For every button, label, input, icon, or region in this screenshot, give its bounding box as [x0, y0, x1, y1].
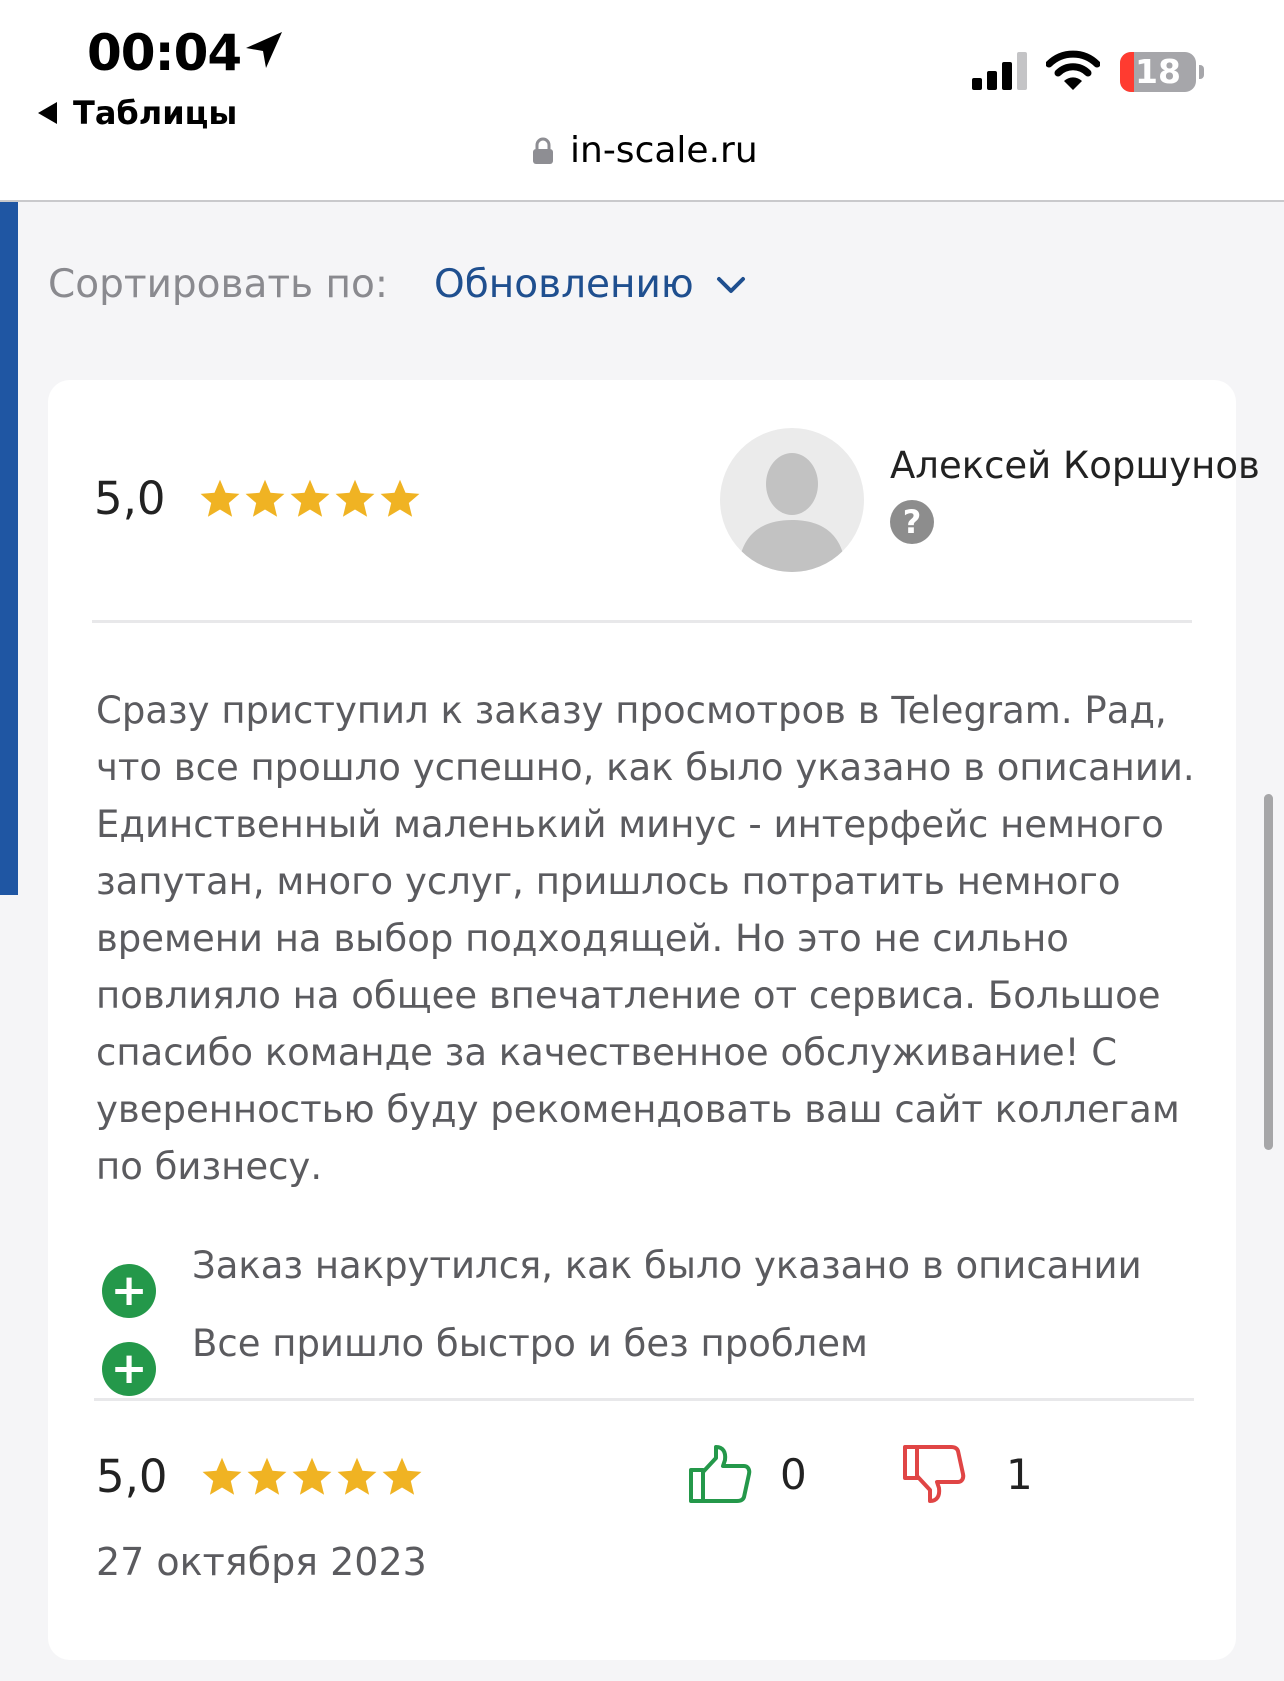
- star-icon: [382, 1457, 422, 1495]
- back-app-label: Таблицы: [73, 94, 238, 132]
- rating-value: 5,0: [94, 472, 166, 525]
- rating-stars: [198, 477, 423, 521]
- plus-icon: +: [102, 1342, 156, 1396]
- browser-header: 00:04 Таблицы 18 in-scale.ru: [0, 0, 1284, 202]
- review-rating: 5,0: [94, 472, 423, 525]
- plus-icon: +: [102, 1264, 156, 1318]
- url-text: in-scale.ru: [570, 130, 758, 171]
- location-arrow-icon: [246, 32, 282, 68]
- like-button[interactable]: 0: [688, 1444, 807, 1504]
- sort-selected-value: Обновлению: [434, 262, 694, 307]
- thumbs-up-icon: [689, 1445, 752, 1503]
- battery-level: 18: [1135, 52, 1181, 91]
- like-count: 0: [780, 1449, 807, 1499]
- pro-text: Заказ накрутился, как было указано в опи…: [192, 1244, 1142, 1287]
- lock-icon: [533, 137, 553, 164]
- wifi-icon: [1046, 50, 1100, 90]
- sort-control: Сортировать по: Обновлению: [48, 262, 746, 307]
- chevron-down-icon: [716, 276, 745, 293]
- sort-label: Сортировать по:: [48, 262, 389, 307]
- back-to-app-button[interactable]: Таблицы: [38, 94, 237, 132]
- star-icon: [292, 1457, 332, 1495]
- footer-rating-value: 5,0: [96, 1450, 168, 1503]
- dislike-button[interactable]: 1: [902, 1444, 1033, 1504]
- star-icon: [380, 479, 420, 517]
- star-icon: [245, 479, 285, 517]
- question-icon[interactable]: ?: [890, 500, 934, 544]
- star-icon: [290, 479, 330, 517]
- pro-text: Все пришло быстро и без проблем: [192, 1322, 868, 1365]
- divider: [92, 620, 1192, 623]
- star-icon: [335, 479, 375, 517]
- dislike-count: 1: [1006, 1449, 1033, 1499]
- status-time: 00:04: [87, 24, 242, 82]
- thumbs-down-icon: [903, 1445, 966, 1503]
- footer-rating: 5,0: [96, 1450, 425, 1503]
- star-icon: [337, 1457, 377, 1495]
- review-text: Сразу приступил к заказу просмотров в Te…: [96, 689, 1195, 1188]
- review-date: 27 октября 2023: [96, 1540, 427, 1584]
- star-icon: [247, 1457, 287, 1495]
- avatar: [720, 428, 864, 572]
- scrollbar[interactable]: [1264, 794, 1273, 1150]
- author-name: Алексей Коршунов: [890, 444, 1260, 487]
- side-accent-bar: [0, 202, 18, 895]
- footer-rating-stars: [200, 1455, 425, 1499]
- back-triangle-icon: [38, 102, 57, 124]
- star-icon: [200, 479, 240, 517]
- review-card: 5,0 Алексей Коршунов ? Сразу приступил к…: [48, 380, 1260, 1660]
- address-bar[interactable]: in-scale.ru: [532, 130, 758, 171]
- star-icon: [202, 1457, 242, 1495]
- divider: [94, 1398, 1194, 1401]
- user-placeholder-icon: [720, 428, 864, 572]
- sort-dropdown[interactable]: Обновлению: [434, 262, 746, 307]
- cellular-signal-icon: [972, 52, 1027, 90]
